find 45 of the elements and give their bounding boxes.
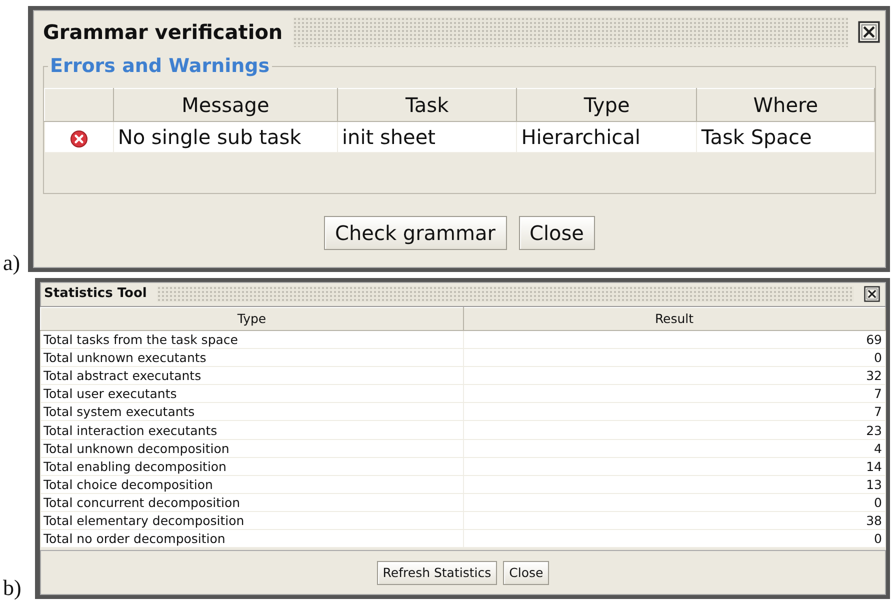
dialog-button[interactable]: Refresh Statistics [376,561,498,585]
table-cell: 0 [463,530,886,548]
table-cell: Task Space [696,122,874,152]
table-cell: Total enabling decomposition [40,457,463,476]
table-cell: init sheet [337,122,517,152]
table-cell: Total abstract executants [40,366,463,385]
table-cell: 0 [463,493,886,512]
table-cell: 7 [463,402,886,421]
column-header[interactable]: Message [113,88,338,122]
table-cell: 38 [463,511,886,530]
window-title: Grammar verification [43,19,283,46]
table-cell: 14 [463,457,886,476]
table-cell: 7 [463,384,886,403]
table-cell: Total concurrent decomposition [40,493,463,512]
column-header[interactable]: Type [516,88,697,122]
column-header[interactable]: Task [337,88,517,122]
dialog-button[interactable]: Close [518,216,595,250]
table-cell: 69 [463,330,886,349]
dialog-button[interactable]: Check grammar [324,216,506,250]
column-header[interactable]: Result [463,308,886,330]
close-icon[interactable] [864,286,880,302]
close-icon[interactable] [858,21,880,43]
table-cell: 23 [463,420,886,440]
table-cell: 4 [463,439,886,458]
panel-label: a) [2,252,22,274]
table-cell: Total system executants [40,402,463,421]
table-cell: No single sub task [113,122,338,152]
column-header[interactable]: Where [696,88,874,122]
column-header[interactable]: Type [40,308,463,330]
table-cell: Total unknown executants [40,348,463,367]
error-icon [70,130,88,148]
table-cell: 13 [463,475,886,494]
table-cell: 0 [463,348,886,367]
panel-label: b) [2,577,22,599]
table-cell: Total choice decomposition [40,475,463,494]
window-title: Statistics Tool [44,285,147,304]
table-cell: Total interaction executants [40,420,463,440]
table-cell: Total user executants [40,384,463,403]
table-cell: 32 [463,366,886,385]
dialog-button[interactable]: Close [503,561,550,585]
table-cell: Total no order decomposition [40,530,463,548]
table-cell: Total elementary decomposition [40,511,463,530]
table-cell: Hierarchical [516,122,697,152]
table-cell: Total tasks from the task space [40,330,463,349]
table-cell: Total unknown decomposition [40,439,463,458]
